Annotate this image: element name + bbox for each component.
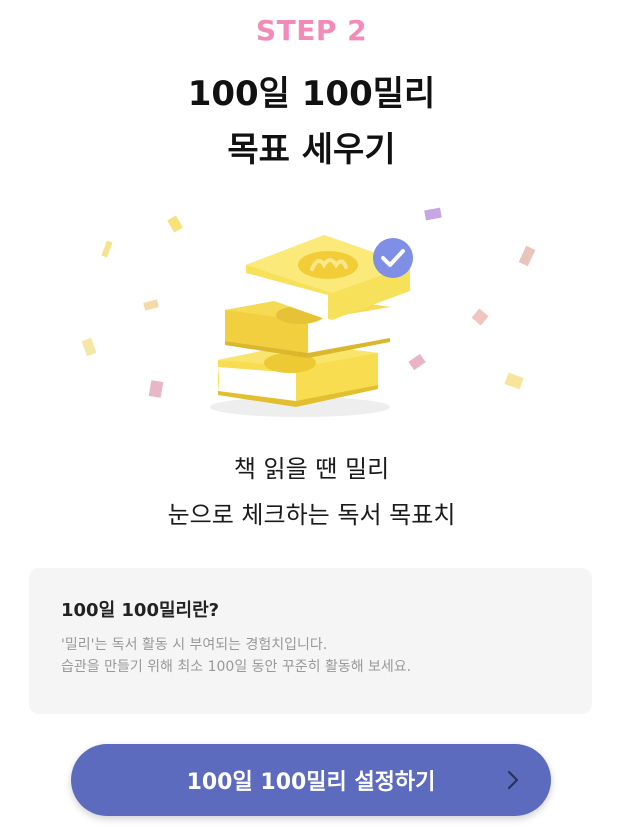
info-line-1: '밀리'는 독서 활동 시 부여되는 경험치입니다.: [61, 637, 328, 653]
description-line-1: 책 읽을 땐 밀리: [233, 455, 390, 483]
book-stack-illustration: [81, 207, 536, 417]
description-line-2: 눈으로 체크하는 독서 목표치: [167, 501, 456, 529]
title-line-1: 100일 100밀리: [187, 74, 436, 114]
page-title: 100일 100밀리 목표 세우기: [0, 66, 623, 178]
set-goal-button[interactable]: 100일 100밀리 설정하기: [71, 744, 551, 816]
set-goal-button-label: 100일 100밀리 설정하기: [186, 770, 436, 795]
info-text: '밀리'는 독서 활동 시 부여되는 경험치입니다. 습관을 만들기 위해 최소…: [61, 634, 560, 678]
goal-setup-screen: STEP 2 100일 100밀리 목표 세우기 책 읽을 땐 밀리 눈으로 체…: [0, 0, 623, 827]
check-icon: [373, 238, 413, 278]
title-line-2: 목표 세우기: [227, 130, 396, 170]
info-line-2: 습관을 만들기 위해 최소 100일 동안 꾸준히 활동해 보세요.: [61, 659, 412, 675]
step-label: STEP 2: [255, 14, 368, 47]
chevron-right-icon: [508, 771, 518, 789]
info-title: 100일 100밀리란?: [61, 600, 220, 621]
description: 책 읽을 땐 밀리 눈으로 체크하는 독서 목표치: [0, 446, 623, 538]
info-box: 100일 100밀리란? '밀리'는 독서 활동 시 부여되는 경험치입니다. …: [29, 568, 592, 714]
